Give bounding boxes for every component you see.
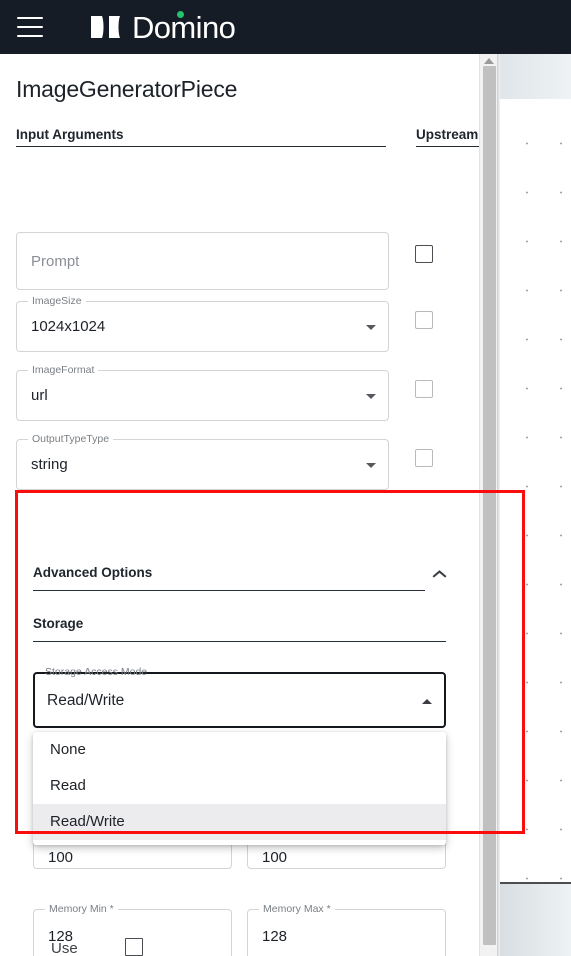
advanced-options-header[interactable]: Advanced Options [33,565,446,591]
workflow-canvas[interactable] [497,54,571,956]
image-format-upstream-checkbox[interactable] [415,380,433,398]
form-scrollbar[interactable] [479,54,497,956]
domino-logo-mark-icon [89,14,125,40]
tab-upstream[interactable]: Upstream [416,127,480,147]
scrollbar-thumb[interactable] [483,66,496,945]
app-header: Domino [0,0,571,54]
advanced-options-underline [33,589,425,591]
storage-label: Storage [33,616,84,631]
chevron-down-icon[interactable] [366,325,376,330]
output-type-value: string [31,456,68,473]
brand-name: Domino [132,9,236,45]
output-type-upstream-checkbox[interactable] [415,449,433,467]
chevron-up-icon[interactable] [433,569,446,578]
image-size-value: 1024x1024 [31,318,106,335]
memory-max-label: Memory Max * [259,903,335,915]
output-type-select[interactable]: OutputTypeType string [16,433,389,490]
canvas-bottom-band [497,884,571,956]
storage-underline [33,640,446,642]
prompt-placeholder: Prompt [31,253,80,270]
memory-max-value: 128 [262,928,288,945]
use-gpu-checkbox[interactable] [125,938,143,956]
output-type-label: OutputTypeType [28,433,114,445]
scroll-up-arrow-icon[interactable] [484,55,494,65]
storage-header: Storage [33,616,446,642]
image-size-label: ImageSize [28,295,86,307]
tab-input-arguments[interactable]: Input Arguments [16,127,386,147]
page-title: ImageGeneratorPiece [16,76,238,102]
prompt-upstream-checkbox[interactable] [415,245,433,263]
cpu-max-value: 100 [262,849,288,866]
prompt-field[interactable]: Prompt [16,232,389,290]
image-format-value: url [31,387,48,404]
content-area: ImageGeneratorPiece Input Arguments Upst… [0,54,571,956]
storage-access-mode-select[interactable]: Storage Access Mode Read/Write [33,666,446,728]
chevron-down-icon[interactable] [366,463,376,468]
piece-form-panel: ImageGeneratorPiece Input Arguments Upst… [0,54,497,956]
image-format-select[interactable]: ImageFormat url [16,364,389,421]
canvas-left-edge-shadow [497,54,500,956]
storage-access-mode-value: Read/Write [47,692,125,709]
hamburger-bar [17,17,43,19]
hamburger-bar [17,26,43,28]
cpu-min-value: 100 [48,849,74,866]
dropdown-option-read-write[interactable]: Read/Write [33,804,446,840]
storage-access-mode-dropdown[interactable]: None Read Read/Write [33,732,446,845]
app-root: Domino ImageGeneratorPiece Input Argumen… [0,0,571,956]
storage-access-mode-label: Storage Access Mode [45,666,148,678]
image-size-select[interactable]: ImageSize 1024x1024 [16,295,389,352]
image-format-label: ImageFormat [28,364,99,376]
memory-min-label: Memory Min * [45,903,118,915]
use-gpu-label: Use GPU [51,940,78,956]
hamburger-menu-icon[interactable] [17,17,43,37]
form-tabs: Input Arguments Upstream [16,127,480,149]
advanced-options-label: Advanced Options [33,565,153,580]
canvas-top-band [497,54,571,99]
brand-accent-dot-icon [177,10,184,18]
chevron-up-icon[interactable] [422,699,432,704]
hamburger-bar [17,35,43,37]
brand-logo[interactable]: Domino [89,9,236,45]
dropdown-option-read[interactable]: Read [33,768,446,804]
image-size-upstream-checkbox[interactable] [415,311,433,329]
memory-max-field[interactable]: Memory Max * 128 [247,903,446,956]
chevron-down-icon[interactable] [366,394,376,399]
canvas-dot-grid [497,99,571,883]
piece-form: ImageGeneratorPiece Input Arguments Upst… [0,54,480,956]
dropdown-option-none[interactable]: None [33,732,446,768]
